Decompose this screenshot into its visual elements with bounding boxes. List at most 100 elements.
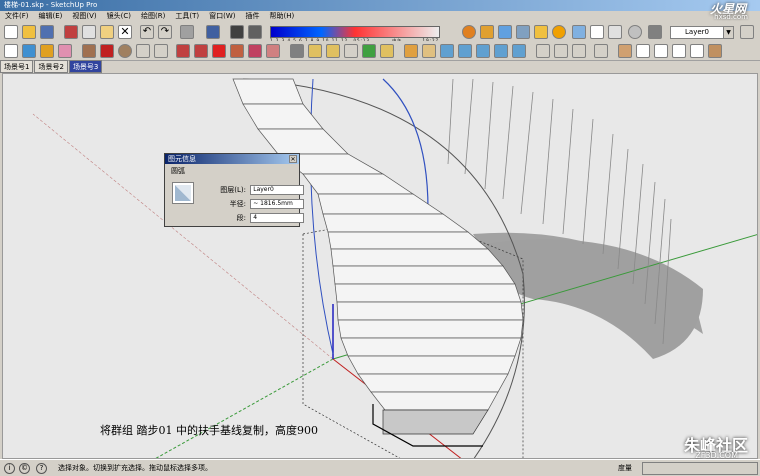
previous-view-icon[interactable] bbox=[494, 44, 508, 58]
section-plane-icon[interactable] bbox=[594, 44, 608, 58]
orbit-icon[interactable] bbox=[404, 44, 418, 58]
radius-row: 半径: ~ 1816.5mm bbox=[220, 199, 305, 209]
styles-icon[interactable] bbox=[498, 25, 512, 39]
offset-icon[interactable] bbox=[266, 44, 280, 58]
credits-icon[interactable]: © bbox=[19, 463, 30, 474]
position-camera-icon[interactable] bbox=[536, 44, 550, 58]
next-view-icon[interactable] bbox=[512, 44, 526, 58]
circle-icon[interactable] bbox=[118, 44, 132, 58]
eraser-icon[interactable] bbox=[58, 44, 72, 58]
outliner-icon[interactable] bbox=[534, 25, 548, 39]
push-pull-icon[interactable] bbox=[194, 44, 208, 58]
tab-scene-1[interactable]: 场景号1 bbox=[0, 60, 34, 73]
arc-icon[interactable] bbox=[136, 44, 150, 58]
redo-icon[interactable]: ↷ bbox=[158, 25, 172, 39]
brand-watermark-top-url: hxsd.com bbox=[714, 13, 748, 21]
close-icon[interactable]: ✕ bbox=[289, 155, 297, 163]
text-icon[interactable] bbox=[344, 44, 358, 58]
toolbar-standard: ✕ ↶ ↷ 1 2 3 4 5 6 7 8 9 10 11 12 05:13 中… bbox=[0, 22, 760, 43]
layer-select[interactable]: Layer0 bbox=[250, 185, 305, 195]
scenes-icon[interactable] bbox=[572, 25, 586, 39]
status-message: 选择对象。切换到扩充选择。拖动鼠标选择多项。 bbox=[58, 464, 212, 472]
measurements-field[interactable] bbox=[642, 462, 758, 475]
components-icon[interactable] bbox=[462, 25, 476, 39]
xray-icon[interactable] bbox=[628, 25, 642, 39]
menu-draw[interactable]: 绘图(R) bbox=[136, 11, 170, 22]
section-icon[interactable] bbox=[608, 25, 622, 39]
model-info-icon[interactable] bbox=[206, 25, 220, 39]
open-file-icon[interactable] bbox=[22, 25, 36, 39]
entity-type-label: 圆弧 bbox=[171, 167, 185, 175]
rotate-icon[interactable] bbox=[212, 44, 226, 58]
sun-icon[interactable] bbox=[552, 25, 566, 39]
geo-location-icon[interactable]: i bbox=[4, 463, 15, 474]
menu-edit[interactable]: 编辑(E) bbox=[34, 11, 68, 22]
new-file-icon[interactable] bbox=[4, 25, 18, 39]
print-icon[interactable] bbox=[180, 25, 194, 39]
right-view-icon[interactable] bbox=[672, 44, 686, 58]
shadows-icon[interactable] bbox=[230, 25, 244, 39]
walk-icon[interactable] bbox=[572, 44, 586, 58]
3d-text-icon[interactable] bbox=[380, 44, 394, 58]
stair-model-drawing bbox=[32, 78, 757, 458]
dimension-icon[interactable] bbox=[308, 44, 322, 58]
menu-tools[interactable]: 工具(T) bbox=[170, 11, 204, 22]
tape-measure-icon[interactable] bbox=[290, 44, 304, 58]
zoom-extents-icon[interactable] bbox=[476, 44, 490, 58]
protractor-icon[interactable] bbox=[326, 44, 340, 58]
move-icon[interactable] bbox=[176, 44, 190, 58]
window-title: 楼梯-01.skp - SketchUp Pro bbox=[0, 0, 760, 11]
front-view-icon[interactable] bbox=[654, 44, 668, 58]
copy-icon[interactable] bbox=[82, 25, 96, 39]
fog-icon[interactable] bbox=[248, 25, 262, 39]
chevron-down-icon[interactable]: ▼ bbox=[723, 27, 733, 38]
menu-file[interactable]: 文件(F) bbox=[0, 11, 34, 22]
back-view-icon[interactable] bbox=[690, 44, 704, 58]
dimensions-icon[interactable] bbox=[590, 25, 604, 39]
rectangle-icon[interactable] bbox=[82, 44, 96, 58]
segments-field[interactable]: 4 bbox=[250, 213, 305, 223]
menu-window[interactable]: 窗口(W) bbox=[204, 11, 240, 22]
cut-icon[interactable] bbox=[64, 25, 78, 39]
menu-view[interactable]: 视图(V) bbox=[67, 11, 101, 22]
tab-scene-3[interactable]: 场景号3 bbox=[68, 60, 103, 73]
undo-icon[interactable]: ↶ bbox=[140, 25, 154, 39]
tab-scene-2[interactable]: 场景号2 bbox=[34, 60, 68, 73]
zoom-icon[interactable] bbox=[440, 44, 454, 58]
delete-icon[interactable]: ✕ bbox=[118, 25, 132, 39]
select-arrow-icon[interactable] bbox=[4, 44, 18, 58]
polygon-icon[interactable] bbox=[154, 44, 168, 58]
layer-manager-icon[interactable] bbox=[648, 25, 662, 39]
scene-tabs: 场景号1 场景号2 场景号3 bbox=[0, 60, 103, 73]
pan-hand-icon[interactable] bbox=[422, 44, 436, 58]
look-around-icon[interactable] bbox=[554, 44, 568, 58]
entity-info-title: 图元信息 ✕ bbox=[165, 154, 299, 164]
entity-info-dialog: 图元信息 ✕ 圆弧 图层(L): Layer0 半径: ~ 1816.5mm 段… bbox=[164, 153, 305, 227]
paste-icon[interactable] bbox=[100, 25, 114, 39]
left-view-icon[interactable] bbox=[708, 44, 722, 58]
model-viewport[interactable] bbox=[2, 73, 758, 459]
pencil-line-icon[interactable] bbox=[100, 44, 114, 58]
iso-view-icon[interactable] bbox=[618, 44, 632, 58]
follow-me-icon[interactable] bbox=[230, 44, 244, 58]
toolbar-tools bbox=[0, 41, 760, 61]
scale-icon[interactable] bbox=[248, 44, 262, 58]
paint-bucket-icon[interactable] bbox=[40, 44, 54, 58]
materials-icon[interactable] bbox=[480, 25, 494, 39]
menu-camera[interactable]: 镜头(C) bbox=[102, 11, 136, 22]
menu-help[interactable]: 帮助(H) bbox=[264, 11, 299, 22]
status-bar: i © ? 选择对象。切换到扩充选择。拖动鼠标选择多项。 度量 bbox=[0, 459, 760, 476]
axes-icon[interactable] bbox=[362, 44, 376, 58]
menu-plugins[interactable]: 插件 bbox=[240, 11, 264, 22]
layer-dropdown[interactable]: Layer0 ▼ bbox=[670, 26, 734, 39]
measurements-label: 度量 bbox=[618, 464, 632, 472]
radius-field[interactable]: ~ 1816.5mm bbox=[250, 199, 305, 209]
zoom-window-icon[interactable] bbox=[458, 44, 472, 58]
help-icon[interactable]: ? bbox=[36, 463, 47, 474]
make-component-icon[interactable] bbox=[22, 44, 36, 58]
layer-settings-icon[interactable] bbox=[740, 25, 754, 39]
save-icon[interactable] bbox=[40, 25, 54, 39]
top-view-icon[interactable] bbox=[636, 44, 650, 58]
shadow-time-slider[interactable] bbox=[270, 26, 440, 38]
layers-icon[interactable] bbox=[516, 25, 530, 39]
